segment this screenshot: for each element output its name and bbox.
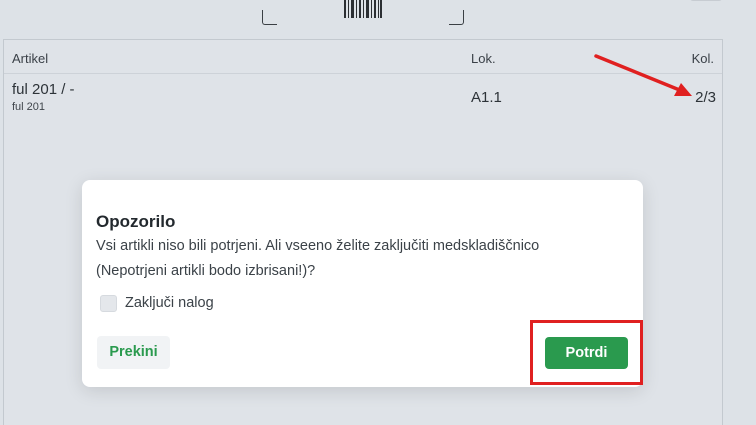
cancel-button[interactable]: Prekini (97, 336, 170, 369)
scan-frame-icon (262, 0, 464, 25)
page: Artikel Lok. Kol. ful 201 / - ful 201 A1… (0, 0, 756, 425)
scan-frame-corner-bottom-right (449, 10, 464, 25)
dialog-message-line-2: (Nepotrjeni artikli bodo izbrisani!)? (96, 263, 316, 279)
dialog-message-line-1: Vsi artikli niso bili potrjeni. Ali vsee… (96, 238, 540, 254)
confirm-button[interactable]: Potrdi (545, 337, 628, 369)
item-quantity: 2/3 (695, 89, 716, 106)
dialog-title: Opozorilo (96, 212, 176, 231)
dialog-message: Vsi artikli niso bili potrjeni. Ali vsee… (96, 234, 596, 284)
column-header-artikel: Artikel (12, 51, 49, 66)
top-right-button[interactable] (690, 0, 722, 1)
close-order-checkbox-label[interactable]: Zaključi nalog (125, 295, 214, 311)
item-code: ful 201 (12, 101, 46, 113)
confirmation-dialog: Opozorilo Vsi artikli niso bili potrjeni… (82, 180, 643, 387)
item-location: A1.1 (471, 89, 502, 106)
close-order-checkbox[interactable] (100, 295, 117, 312)
column-header-kol: Kol. (691, 51, 714, 66)
table-row[interactable]: ful 201 / - ful 201 A1.1 2/3 (4, 74, 722, 120)
barcode-icon (344, 0, 382, 18)
scan-frame-corner-bottom-left (262, 10, 277, 25)
column-header-lok: Lok. (471, 51, 496, 66)
table-header: Artikel Lok. Kol. (4, 40, 722, 74)
item-name: ful 201 / - (12, 81, 75, 98)
